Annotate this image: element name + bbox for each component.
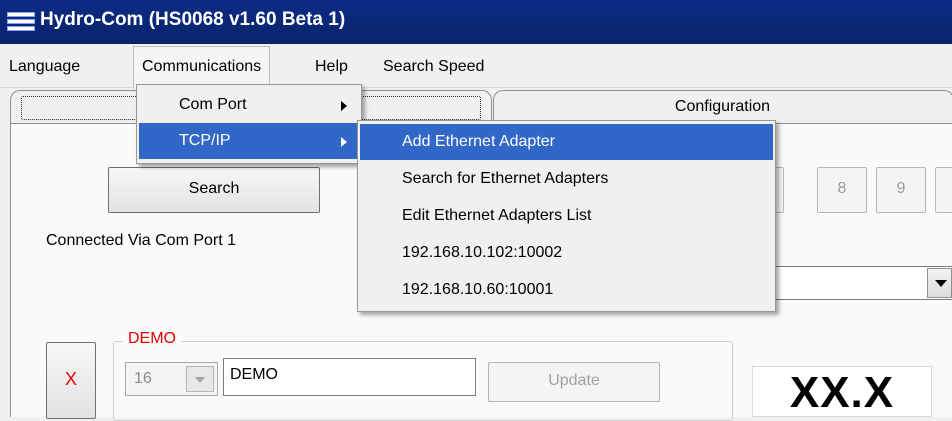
- remove-sensor-button[interactable]: X: [46, 342, 96, 419]
- menu-item-label: 192.168.10.60:10001: [402, 281, 554, 298]
- sensor-name-input[interactable]: DEMO: [223, 358, 476, 396]
- menu-item-search-ethernet-adapters[interactable]: Search for Ethernet Adapters: [360, 161, 773, 197]
- menu-item-add-ethernet-adapter[interactable]: Add Ethernet Adapter: [360, 124, 773, 160]
- menu-item-label: Edit Ethernet Adapters List: [402, 207, 592, 224]
- menu-item-tcpip[interactable]: TCP/IP: [139, 123, 359, 159]
- menu-item-adapter[interactable]: 192.168.10.102:10002: [360, 235, 773, 271]
- sensor-select[interactable]: [770, 266, 952, 300]
- submenu-arrow-icon: [341, 137, 347, 147]
- menu-item-adapter[interactable]: 192.168.10.60:10001: [360, 272, 773, 308]
- update-button[interactable]: Update: [488, 362, 660, 402]
- tab-configuration-label: Configuration: [674, 98, 771, 115]
- submenu-arrow-icon: [341, 101, 347, 111]
- menu-item-label: 192.168.10.102:10002: [402, 244, 563, 261]
- tcpip-submenu: Add Ethernet Adapter Search for Ethernet…: [357, 120, 776, 312]
- window-title: Hydro-Com (HS0068 v1.60 Beta 1): [40, 9, 346, 30]
- address-button-8[interactable]: 8: [817, 167, 867, 213]
- reading-value: XX.X: [789, 368, 895, 417]
- chevron-down-icon[interactable]: [927, 268, 952, 298]
- menu-item-label: Com Port: [179, 96, 247, 113]
- menu-item-com-port[interactable]: Com Port: [139, 87, 359, 123]
- connection-status: Connected Via Com Port 1: [46, 232, 237, 249]
- unit-select-value: 16: [134, 370, 152, 387]
- chevron-down-icon[interactable]: [186, 366, 214, 392]
- communications-menu: Com Port TCP/IP: [136, 84, 362, 164]
- title-bar[interactable]: Hydro-Com (HS0068 v1.60 Beta 1): [0, 0, 952, 44]
- app-menu-icon[interactable]: [7, 12, 35, 32]
- menu-language[interactable]: Language: [1, 46, 88, 88]
- search-button[interactable]: Search: [108, 167, 320, 213]
- demo-group-legend: DEMO: [123, 330, 181, 348]
- menu-item-label: Add Ethernet Adapter: [402, 133, 555, 150]
- menu-help[interactable]: Help: [307, 46, 356, 88]
- reading-display: XX.X: [752, 366, 932, 417]
- menu-bar: Language Communications Help Search Spee…: [0, 46, 952, 89]
- menu-search-speed[interactable]: Search Speed: [375, 46, 492, 88]
- address-button-partial[interactable]: [935, 167, 952, 213]
- address-button-9[interactable]: 9: [876, 167, 926, 213]
- menu-item-label: Search for Ethernet Adapters: [402, 170, 609, 187]
- menu-item-edit-ethernet-adapters[interactable]: Edit Ethernet Adapters List: [360, 198, 773, 234]
- menu-communications[interactable]: Communications: [133, 46, 271, 89]
- menu-item-label: TCP/IP: [179, 132, 231, 149]
